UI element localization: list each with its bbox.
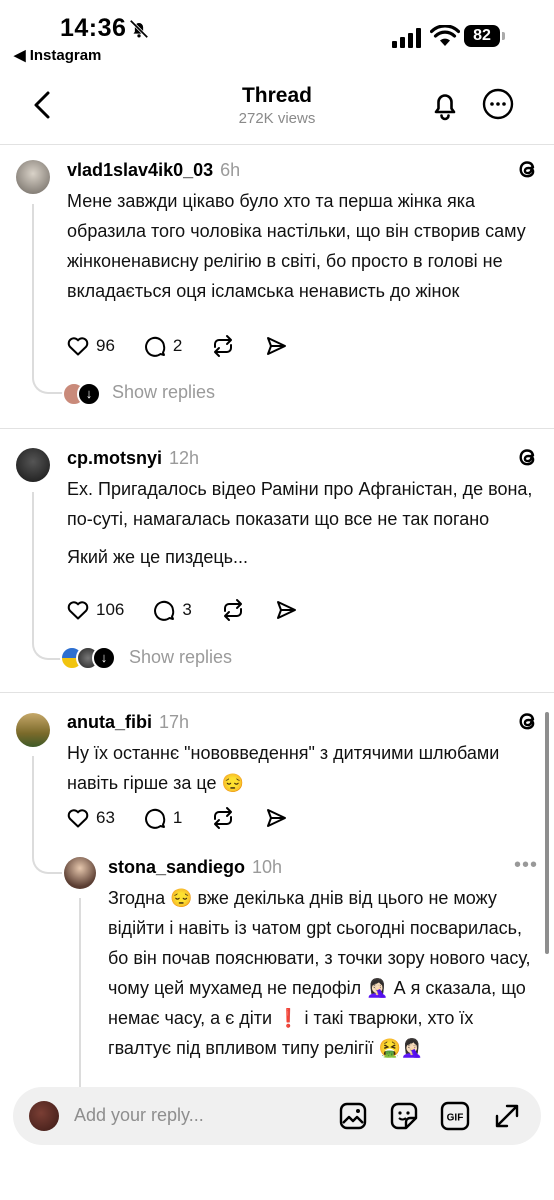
battery-icon: 82 [464,25,506,48]
avatar[interactable] [64,857,96,889]
post-text: Який же це пиздець... [67,547,249,567]
post-time: 10h [252,857,283,877]
post-text: Ну їх останнє "нововведення" з дитячими … [67,743,500,793]
post-time: 17h [159,712,190,732]
thread-line [32,756,34,856]
avatar[interactable] [16,448,50,482]
thread-curve [32,850,62,874]
post-divider [0,428,554,429]
comment-button[interactable]: 3 [152,598,192,622]
arrow-down-icon: ↓ [92,646,116,670]
comment-count: 3 [182,600,192,619]
back-to-instagram-link[interactable]: ◀ Instagram [14,46,101,64]
avatar [29,1101,59,1131]
post-divider [0,692,554,693]
battery-level: 82 [464,25,500,47]
threads-logo-icon[interactable] [515,708,541,734]
avatar[interactable] [16,160,50,194]
thread-line [32,204,34,374]
header-divider [0,144,554,145]
post-text: Мене завжди цікаво було хто та перша жін… [67,191,526,301]
svg-text:GIF: GIF [447,1113,464,1124]
arrow-down-icon: ↓ [77,382,101,406]
show-replies-link[interactable]: Show replies [112,382,215,403]
thread-curve [32,368,64,394]
repost-icon [214,335,233,357]
like-count: 96 [96,336,115,355]
comment-count: 1 [172,808,183,827]
reply-author[interactable]: stona_sandiego 10h [108,857,282,878]
view-count: 272K views [238,110,316,127]
reply-text: Згодна 😔 вже декілька днів від цього не … [108,888,531,1058]
post-body: Ех. Пригадалось відео Раміни про Афганіс… [67,474,537,572]
share-icon [276,601,296,619]
repost-icon [214,807,233,829]
share-icon [267,809,287,827]
reply-avatars[interactable]: ↓ [60,646,120,670]
heart-icon [67,809,89,828]
heart-icon [67,601,89,620]
post-body: Мене завжди цікаво було хто та перша жін… [67,186,537,306]
comment-icon [144,808,166,829]
share-icon [267,337,287,355]
reply-input[interactable]: Add your reply... [74,1105,204,1126]
like-button[interactable]: 63 [66,806,115,830]
comment-icon [144,336,166,357]
expand-icon[interactable] [492,1101,522,1131]
share-button[interactable] [274,598,298,622]
sticker-icon[interactable] [389,1101,419,1131]
thread-line [79,898,81,1088]
post-author[interactable]: vlad1slav4ik0_03 6h [67,160,240,181]
post-time: 6h [220,160,241,180]
post-actions: 96 2 [66,334,288,358]
share-button[interactable] [264,806,288,830]
heart-icon [67,337,89,356]
repost-icon [223,599,242,621]
image-icon[interactable] [338,1101,368,1131]
repost-button[interactable] [220,598,246,622]
scroll-indicator[interactable] [545,712,549,954]
bell-slash-icon [129,19,149,39]
bell-icon[interactable] [428,88,462,122]
comment-button[interactable]: 1 [143,806,182,830]
threads-logo-icon[interactable] [515,156,541,182]
like-button[interactable]: 106 [66,598,124,622]
avatar[interactable] [16,713,50,747]
post-actions: 106 3 [66,598,298,622]
show-replies-link[interactable]: Show replies [129,647,232,668]
post-time: 12h [169,448,200,468]
reply-body: Згодна 😔 вже декілька днів від цього не … [108,883,540,1063]
comment-icon [154,600,175,621]
like-count: 63 [96,808,115,827]
wifi-icon [430,25,460,46]
gif-icon[interactable]: GIF [440,1101,470,1131]
like-count: 106 [96,600,125,619]
repost-button[interactable] [210,806,236,830]
post-text: Ех. Пригадалось відео Раміни про Афганіс… [67,479,533,529]
share-button[interactable] [264,334,288,358]
more-options-icon[interactable]: ••• [514,854,538,877]
post-author[interactable]: cp.motsnyi 12h [67,448,199,469]
post-actions: 63 1 [66,806,288,830]
post-author[interactable]: anuta_fibi 17h [67,712,189,733]
reply-composer[interactable]: Add your reply... GIF [13,1087,541,1145]
comment-count: 2 [172,336,183,355]
post-body: Ну їх останнє "нововведення" з дитячими … [67,738,507,798]
reply-avatars[interactable]: ↓ [62,382,106,406]
signal-icon [392,28,421,48]
comment-button[interactable]: 2 [143,334,182,358]
page-title: Thread [241,84,312,107]
like-button[interactable]: 96 [66,334,115,358]
repost-button[interactable] [210,334,236,358]
thread-line [32,492,34,642]
more-icon[interactable] [482,88,514,120]
status-time: 14:36 [60,14,127,42]
threads-logo-icon[interactable] [515,444,541,470]
